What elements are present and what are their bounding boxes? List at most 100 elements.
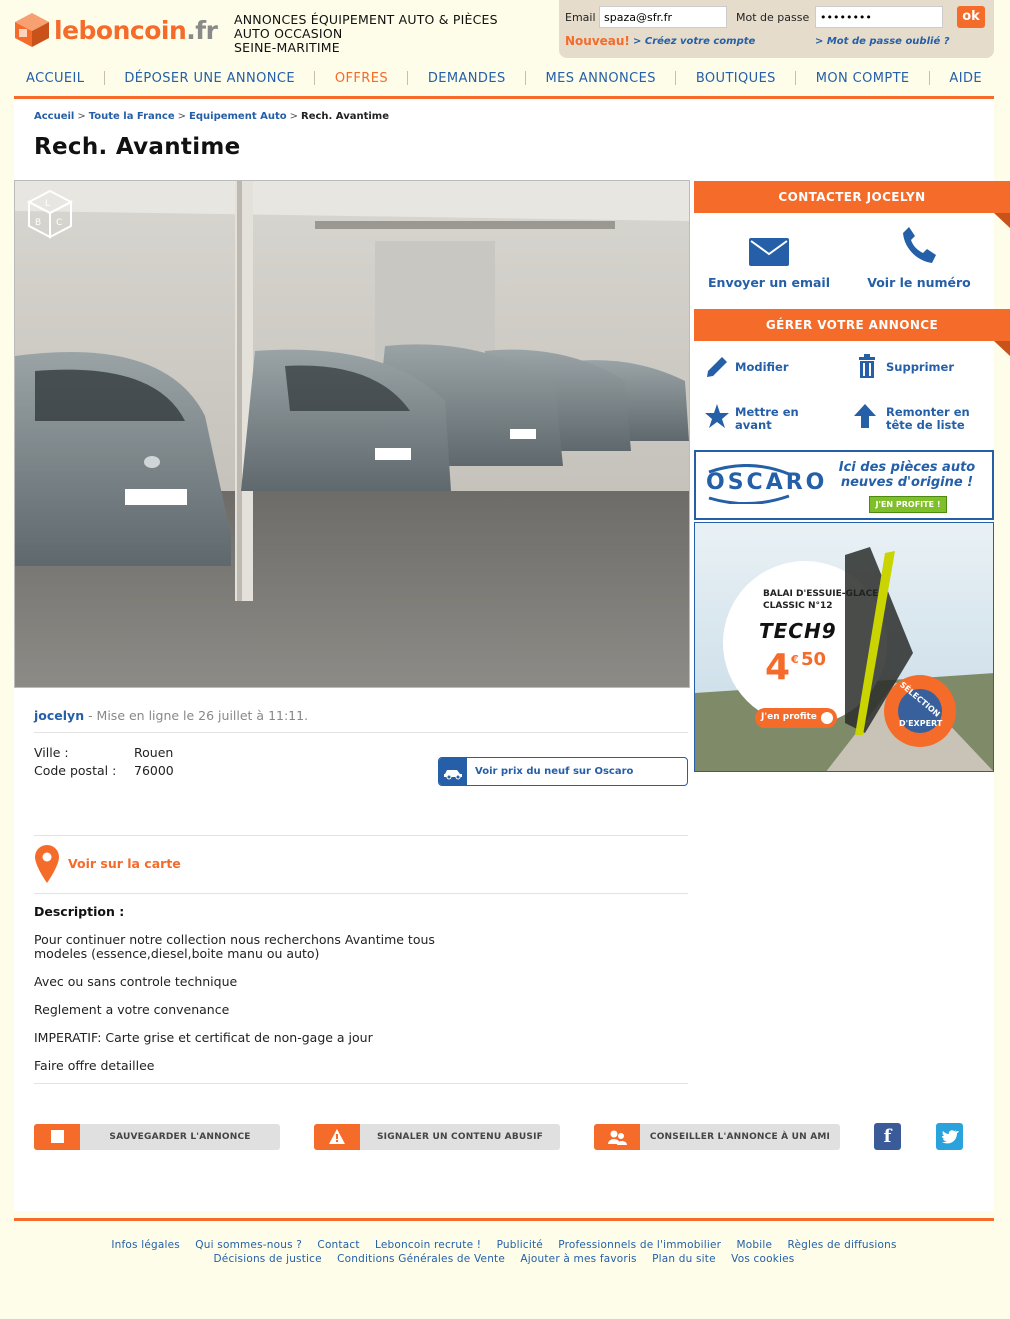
report-abuse-button[interactable]: SIGNALER UN CONTENU ABUSIF xyxy=(314,1124,560,1150)
nav-offres[interactable]: OFFRES xyxy=(323,71,400,86)
email-seller-label: Envoyer un email xyxy=(708,275,830,290)
nav-separator xyxy=(103,71,105,85)
footer-link[interactable]: Ajouter à mes favoris xyxy=(520,1253,636,1265)
footer-link[interactable]: Contact xyxy=(317,1239,359,1251)
zip-label: Code postal : xyxy=(34,763,117,778)
breadcrumb-category[interactable]: Equipement Auto xyxy=(189,111,287,122)
email-field[interactable] xyxy=(599,6,727,28)
nav-boutiques[interactable]: BOUTIQUES xyxy=(684,71,788,86)
star-icon xyxy=(705,404,729,428)
breadcrumb-accueil[interactable]: Accueil xyxy=(34,111,74,122)
description-paragraph: Reglement a votre convenance xyxy=(34,1002,230,1017)
seller-info: jocelyn - Mise en ligne le 26 juillet à … xyxy=(34,708,308,723)
category-line-2: AUTO OCCASION xyxy=(234,26,343,41)
share-friend-button[interactable]: CONSEILLER L'ANNONCE À UN AMI xyxy=(594,1124,840,1150)
nav-aide[interactable]: AIDE xyxy=(937,71,994,86)
tech9-price-currency: € xyxy=(791,653,799,666)
forgot-password-link[interactable]: > Mot de passe oublié ? xyxy=(815,36,950,47)
nav-separator xyxy=(314,71,316,85)
footer-link[interactable]: Qui sommes-nous ? xyxy=(195,1239,302,1251)
oscaro-banner-ad[interactable]: OSCARO Ici des pièces auto neuves d'orig… xyxy=(694,450,994,520)
map-link[interactable]: Voir sur la carte xyxy=(34,845,234,885)
nav-separator xyxy=(525,71,527,85)
footer-link[interactable]: Leboncoin recrute ! xyxy=(375,1239,481,1251)
tech9-cta[interactable]: J'en profite xyxy=(761,712,817,722)
city-value: Rouen xyxy=(134,745,174,760)
logo-suffix: .fr xyxy=(186,16,218,45)
logo-cube-icon xyxy=(15,13,49,47)
login-ok-button[interactable]: ok xyxy=(957,6,985,28)
password-field[interactable] xyxy=(815,6,943,28)
nav-separator xyxy=(407,71,409,85)
save-ad-label: SAUVEGARDER L'ANNONCE xyxy=(109,1132,251,1142)
bump-ad-label-2: tête de liste xyxy=(886,418,965,432)
warning-icon xyxy=(314,1124,360,1150)
footer-link[interactable]: Conditions Générales de Vente xyxy=(337,1253,505,1265)
phone-icon xyxy=(903,227,936,263)
oscaro-price-button[interactable]: Voir prix du neuf sur Oscaro xyxy=(438,757,688,786)
footer-link[interactable]: Plan du site xyxy=(652,1253,716,1265)
divider xyxy=(34,835,688,836)
oscaro-slogan: Ici des pièces auto neuves d'origine ! xyxy=(838,460,976,490)
delete-label: Supprimer xyxy=(886,360,955,374)
footer-row-1: Infos légales Qui sommes-nous ? Contact … xyxy=(14,1238,994,1252)
login-box: Email Mot de passe ok Nouveau! > Créez v… xyxy=(559,0,994,58)
tech9-brand: TECH9 xyxy=(759,619,837,643)
contact-title: CONTACTER JOCELYN xyxy=(778,190,926,204)
category-line-3: SEINE-MARITIME xyxy=(234,40,340,55)
manage-box: Modifier Supprimer Mettre en avant Remon… xyxy=(694,341,994,447)
footer-row-2: Décisions de justice Conditions Générale… xyxy=(14,1252,994,1266)
modify-label: Modifier xyxy=(735,360,789,374)
nav-deposer-annonce[interactable]: DÉPOSER UNE ANNONCE xyxy=(112,71,307,86)
category-title: ANNONCES ÉQUIPEMENT AUTO & PIÈCES AUTO O… xyxy=(234,13,498,55)
page-title: Rech. Avantime xyxy=(34,134,241,160)
ad-photo[interactable]: L B C xyxy=(14,180,690,688)
nav-separator xyxy=(675,71,677,85)
save-icon xyxy=(34,1124,80,1150)
footer-link[interactable]: Règles de diffusions xyxy=(787,1239,896,1251)
nav-demandes[interactable]: DEMANDES xyxy=(416,71,518,86)
oscaro-logo: OSCARO xyxy=(706,470,828,495)
footer-link[interactable]: Professionnels de l'immobilier xyxy=(558,1239,721,1251)
breadcrumb-france[interactable]: Toute la France xyxy=(89,111,175,122)
tech9-line-2: CLASSIC N°12 xyxy=(763,601,833,611)
tech9-badge-2: D'EXPERT xyxy=(899,719,943,728)
site-logo[interactable]: leboncoin.fr xyxy=(14,10,218,50)
divider xyxy=(34,893,688,894)
footer-link[interactable]: Publicité xyxy=(497,1239,543,1251)
email-seller-button[interactable]: Envoyer un email xyxy=(704,237,834,290)
create-account-link[interactable]: > Créez votre compte xyxy=(633,36,755,47)
facebook-icon[interactable]: f xyxy=(874,1123,901,1150)
footer-link[interactable]: Infos légales xyxy=(111,1239,180,1251)
breadcrumb-current: Rech. Avantime xyxy=(301,111,389,122)
tech9-ad-image xyxy=(695,523,993,771)
show-phone-button[interactable]: Voir le numéro xyxy=(854,225,984,290)
description-paragraph: Pour continuer notre collection nous rec… xyxy=(34,932,435,961)
tech9-price-int: 4 xyxy=(765,647,791,688)
footer-link[interactable]: Décisions de justice xyxy=(214,1253,322,1265)
logo-text: leboncoin xyxy=(54,16,187,45)
contact-header: CONTACTER JOCELYN xyxy=(694,181,1010,228)
breadcrumb: Accueil > Toute la France > Equipement Auto >… xyxy=(34,111,389,122)
map-link-label: Voir sur la carte xyxy=(68,856,181,871)
tech9-line-1: BALAI D'ESSUIE-GLACE xyxy=(763,589,879,599)
city-row: Ville : Rouen xyxy=(34,745,173,760)
save-ad-button[interactable]: SAUVEGARDER L'ANNONCE xyxy=(34,1124,280,1150)
divider xyxy=(34,732,688,733)
contact-box: Envoyer un email Voir le numéro xyxy=(694,213,994,307)
seller-name[interactable]: jocelyn xyxy=(34,708,84,723)
nav-accueil[interactable]: ACCUEIL xyxy=(14,71,96,86)
tech9-price-dec: 50 xyxy=(801,649,827,670)
nav-mon-compte[interactable]: MON COMPTE xyxy=(804,71,922,86)
tech9-banner-ad[interactable]: BALAI D'ESSUIE-GLACE CLASSIC N°12 TECH9 … xyxy=(694,522,994,772)
footer-link[interactable]: Mobile xyxy=(736,1239,772,1251)
oscaro-cta-button[interactable]: J'EN PROFITE ! xyxy=(869,496,947,513)
envelope-icon xyxy=(749,238,789,266)
footer-link[interactable]: Vos cookies xyxy=(731,1253,794,1265)
twitter-icon[interactable] xyxy=(936,1123,963,1150)
zip-row: Code postal : 76000 xyxy=(34,763,174,778)
footer-links: Infos légales Qui sommes-nous ? Contact … xyxy=(14,1238,994,1266)
nav-mes-annonces[interactable]: MES ANNONCES xyxy=(533,71,667,86)
trash-icon xyxy=(859,354,875,378)
main-nav: ACCUEIL DÉPOSER UNE ANNONCE OFFRES DEMAN… xyxy=(14,66,994,90)
